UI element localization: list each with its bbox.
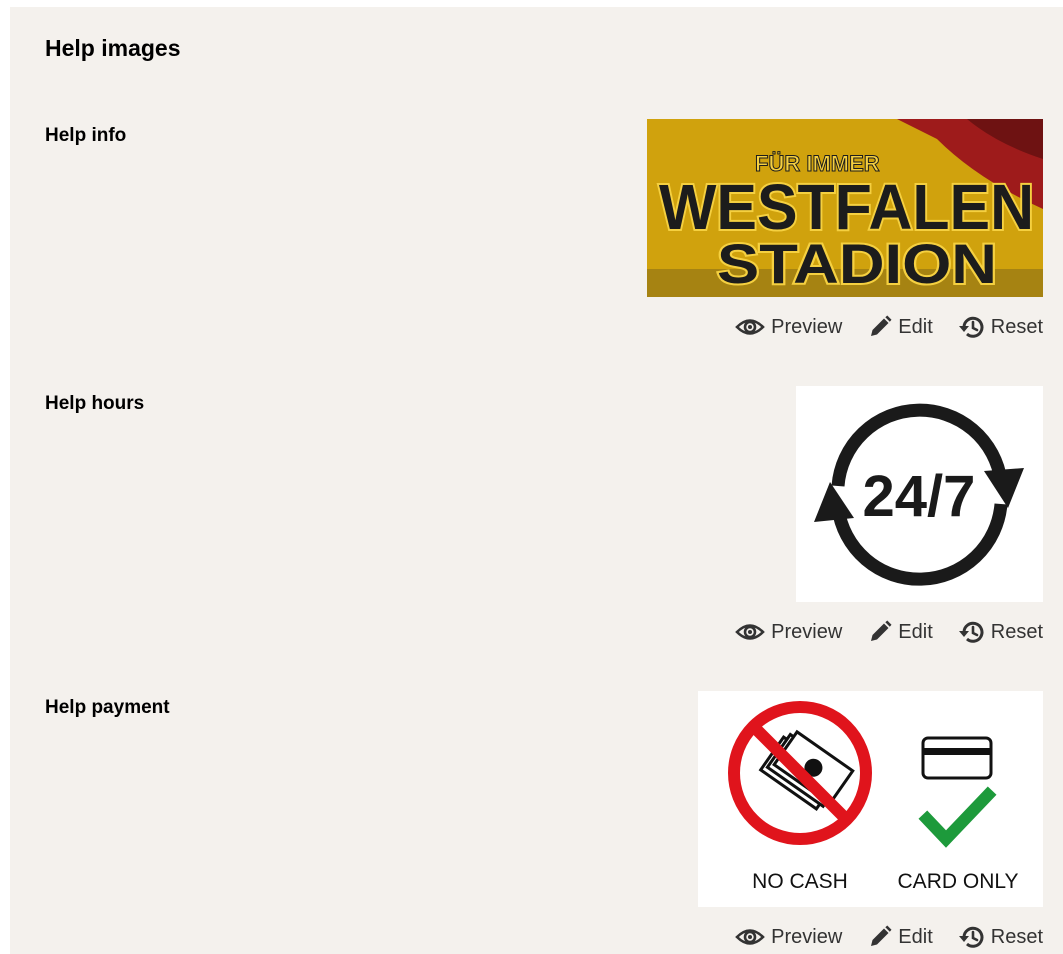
history-icon	[958, 314, 985, 340]
hours-text: 24/7	[863, 464, 976, 529]
help-images-panel: Help images Help info FÜR IMMER WESTFALE…	[10, 7, 1063, 954]
reset-button[interactable]: Reset	[958, 314, 1043, 340]
edit-button[interactable]: Edit	[868, 315, 933, 339]
edit-label: Edit	[898, 315, 933, 338]
reset-label: Reset	[990, 925, 1043, 948]
help-info-actions: Preview Edit Reset	[735, 314, 1043, 340]
edit-label: Edit	[898, 620, 933, 643]
help-hours-actions: Preview Edit Reset	[735, 619, 1043, 645]
edit-button[interactable]: Edit	[868, 620, 933, 644]
reset-button[interactable]: Reset	[958, 924, 1043, 950]
pencil-icon	[868, 620, 892, 644]
eye-icon	[735, 622, 765, 642]
edit-label: Edit	[898, 925, 933, 948]
history-icon	[958, 924, 985, 950]
edit-button[interactable]: Edit	[868, 925, 933, 949]
row-label-help-hours: Help hours	[45, 393, 145, 414]
preview-button[interactable]: Preview	[735, 316, 842, 339]
pencil-icon	[868, 315, 892, 339]
preview-label: Preview	[771, 925, 843, 948]
eye-icon	[735, 927, 765, 947]
preview-button[interactable]: Preview	[735, 621, 842, 644]
preview-label: Preview	[771, 620, 843, 643]
reset-button[interactable]: Reset	[958, 619, 1043, 645]
reset-label: Reset	[990, 620, 1043, 643]
no-cash-caption: NO CASH	[752, 870, 848, 893]
banner-line2: STADION	[717, 232, 997, 295]
help-payment-actions: Preview Edit Reset	[735, 924, 1043, 950]
reset-label: Reset	[990, 315, 1043, 338]
row-label-help-payment: Help payment	[45, 697, 170, 718]
help-payment-image: NO CASH CARD ONLY	[698, 691, 1043, 907]
help-hours-image: 24/7	[796, 386, 1043, 602]
row-label-help-info: Help info	[45, 125, 127, 146]
preview-label: Preview	[771, 315, 843, 338]
preview-button[interactable]: Preview	[735, 926, 842, 949]
card-only-caption: CARD ONLY	[898, 870, 1019, 893]
pencil-icon	[868, 925, 892, 949]
card-icon	[921, 736, 993, 780]
help-info-image: FÜR IMMER WESTFALEN STADION	[647, 119, 1043, 297]
history-icon	[958, 619, 985, 645]
eye-icon	[735, 317, 765, 337]
panel-title: Help images	[45, 35, 181, 61]
